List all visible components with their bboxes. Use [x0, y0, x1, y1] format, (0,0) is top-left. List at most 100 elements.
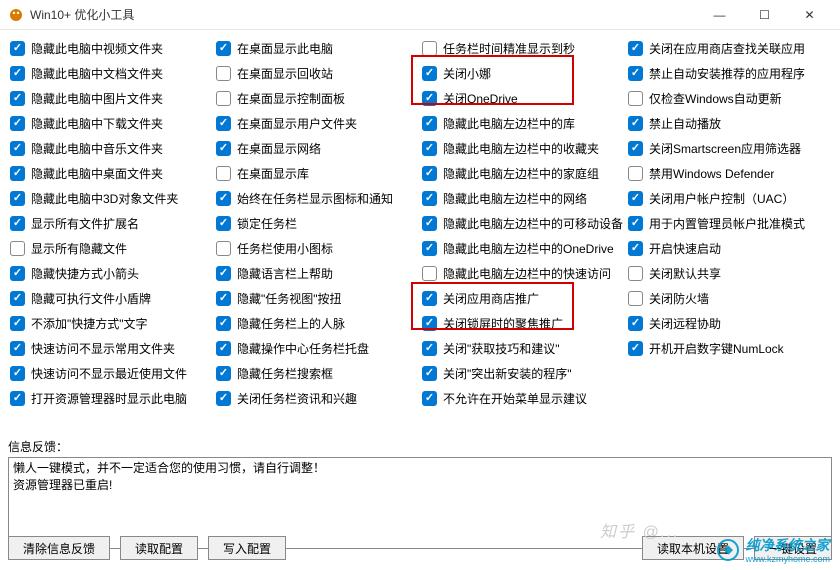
write-config-button[interactable]: 写入配置	[208, 536, 286, 560]
checkbox[interactable]	[628, 291, 643, 306]
checkbox[interactable]	[422, 216, 437, 231]
checkbox[interactable]	[216, 366, 231, 381]
checkbox[interactable]	[216, 166, 231, 181]
checkbox[interactable]	[216, 341, 231, 356]
maximize-button[interactable]: ☐	[742, 0, 787, 30]
checkbox[interactable]	[10, 91, 25, 106]
checkbox[interactable]	[628, 141, 643, 156]
checkbox[interactable]	[10, 116, 25, 131]
checkbox[interactable]	[422, 191, 437, 206]
checkbox[interactable]	[628, 41, 643, 56]
option-label: 关闭小娜	[443, 65, 491, 82]
checkbox[interactable]	[422, 91, 437, 106]
checkbox[interactable]	[628, 166, 643, 181]
checkbox[interactable]	[216, 141, 231, 156]
checkbox[interactable]	[10, 166, 25, 181]
option-item: 用于内置管理员帐户批准模式	[626, 211, 832, 236]
option-item: 禁用Windows Defender	[626, 161, 832, 186]
checkbox[interactable]	[10, 366, 25, 381]
read-config-button[interactable]: 读取配置	[120, 536, 198, 560]
checkbox[interactable]	[422, 316, 437, 331]
option-item: 在桌面显示回收站	[214, 61, 420, 86]
checkbox[interactable]	[628, 66, 643, 81]
option-label: 显示所有文件扩展名	[31, 215, 139, 232]
option-label: 隐藏此电脑左边栏中的快速访问	[443, 265, 611, 282]
checkbox[interactable]	[10, 216, 25, 231]
option-label: 打开资源管理器时显示此电脑	[31, 390, 187, 407]
checkbox[interactable]	[628, 241, 643, 256]
checkbox[interactable]	[10, 316, 25, 331]
option-label: 隐藏任务栏上的人脉	[237, 315, 345, 332]
option-item: 关闭锁屏时的聚焦推广	[420, 311, 626, 336]
option-label: 显示所有隐藏文件	[31, 240, 127, 257]
option-item: 隐藏此电脑中视频文件夹	[8, 36, 214, 61]
checkbox[interactable]	[628, 216, 643, 231]
option-label: 隐藏任务栏搜索框	[237, 365, 333, 382]
checkbox[interactable]	[216, 291, 231, 306]
option-label: 用于内置管理员帐户批准模式	[649, 215, 805, 232]
checkbox[interactable]	[216, 191, 231, 206]
checkbox[interactable]	[422, 116, 437, 131]
option-item: 隐藏任务栏搜索框	[214, 361, 420, 386]
clear-feedback-button[interactable]: 清除信息反馈	[8, 536, 110, 560]
option-item: 隐藏此电脑中3D对象文件夹	[8, 186, 214, 211]
checkbox[interactable]	[10, 391, 25, 406]
option-label: 关闭OneDrive	[443, 90, 518, 107]
app-icon	[8, 7, 24, 23]
checkbox[interactable]	[628, 266, 643, 281]
checkbox[interactable]	[216, 41, 231, 56]
checkbox[interactable]	[422, 291, 437, 306]
checkbox[interactable]	[10, 191, 25, 206]
checkbox[interactable]	[422, 141, 437, 156]
checkbox[interactable]	[216, 216, 231, 231]
checkbox[interactable]	[628, 191, 643, 206]
checkbox[interactable]	[422, 166, 437, 181]
option-item: 隐藏此电脑中音乐文件夹	[8, 136, 214, 161]
checkbox[interactable]	[10, 66, 25, 81]
checkbox[interactable]	[10, 41, 25, 56]
checkbox[interactable]	[628, 316, 643, 331]
option-item: 始终在任务栏显示图标和通知	[214, 186, 420, 211]
checkbox[interactable]	[422, 241, 437, 256]
checkbox[interactable]	[10, 291, 25, 306]
option-label: 隐藏此电脑左边栏中的库	[443, 115, 575, 132]
checkbox[interactable]	[216, 116, 231, 131]
checkbox[interactable]	[422, 266, 437, 281]
checkbox[interactable]	[628, 116, 643, 131]
option-label: 隐藏此电脑左边栏中的可移动设备	[443, 215, 623, 232]
checkbox[interactable]	[10, 341, 25, 356]
checkbox[interactable]	[216, 266, 231, 281]
checkbox[interactable]	[216, 391, 231, 406]
option-label: 关闭应用商店推广	[443, 290, 539, 307]
checkbox[interactable]	[422, 341, 437, 356]
option-item: 关闭远程协助	[626, 311, 832, 336]
window-title: Win10+ 优化小工具	[30, 6, 697, 23]
option-label: 在桌面显示网络	[237, 140, 321, 157]
checkbox[interactable]	[422, 66, 437, 81]
checkbox[interactable]	[628, 91, 643, 106]
checkbox[interactable]	[422, 41, 437, 56]
option-label: 关闭"获取技巧和建议"	[443, 340, 560, 357]
option-item: 在桌面显示用户文件夹	[214, 111, 420, 136]
checkbox[interactable]	[216, 66, 231, 81]
checkbox[interactable]	[216, 91, 231, 106]
option-label: 不添加"快捷方式"文字	[31, 315, 148, 332]
checkbox[interactable]	[10, 266, 25, 281]
option-item: 快速访问不显示最近使用文件	[8, 361, 214, 386]
option-label: 在桌面显示库	[237, 165, 309, 182]
checkbox[interactable]	[628, 341, 643, 356]
option-label: 关闭"突出新安装的程序"	[443, 365, 572, 382]
option-label: 关闭Smartscreen应用筛选器	[649, 140, 801, 157]
minimize-button[interactable]: —	[697, 0, 742, 30]
content-area: 隐藏此电脑中视频文件夹隐藏此电脑中文档文件夹隐藏此电脑中图片文件夹隐藏此电脑中下…	[0, 30, 840, 570]
checkbox[interactable]	[422, 391, 437, 406]
option-label: 快速访问不显示最近使用文件	[31, 365, 187, 382]
checkbox[interactable]	[10, 241, 25, 256]
checkbox[interactable]	[216, 316, 231, 331]
option-item: 不添加"快捷方式"文字	[8, 311, 214, 336]
checkbox[interactable]	[10, 141, 25, 156]
option-item: 隐藏此电脑左边栏中的快速访问	[420, 261, 626, 286]
checkbox[interactable]	[216, 241, 231, 256]
close-button[interactable]: ✕	[787, 0, 832, 30]
checkbox[interactable]	[422, 366, 437, 381]
